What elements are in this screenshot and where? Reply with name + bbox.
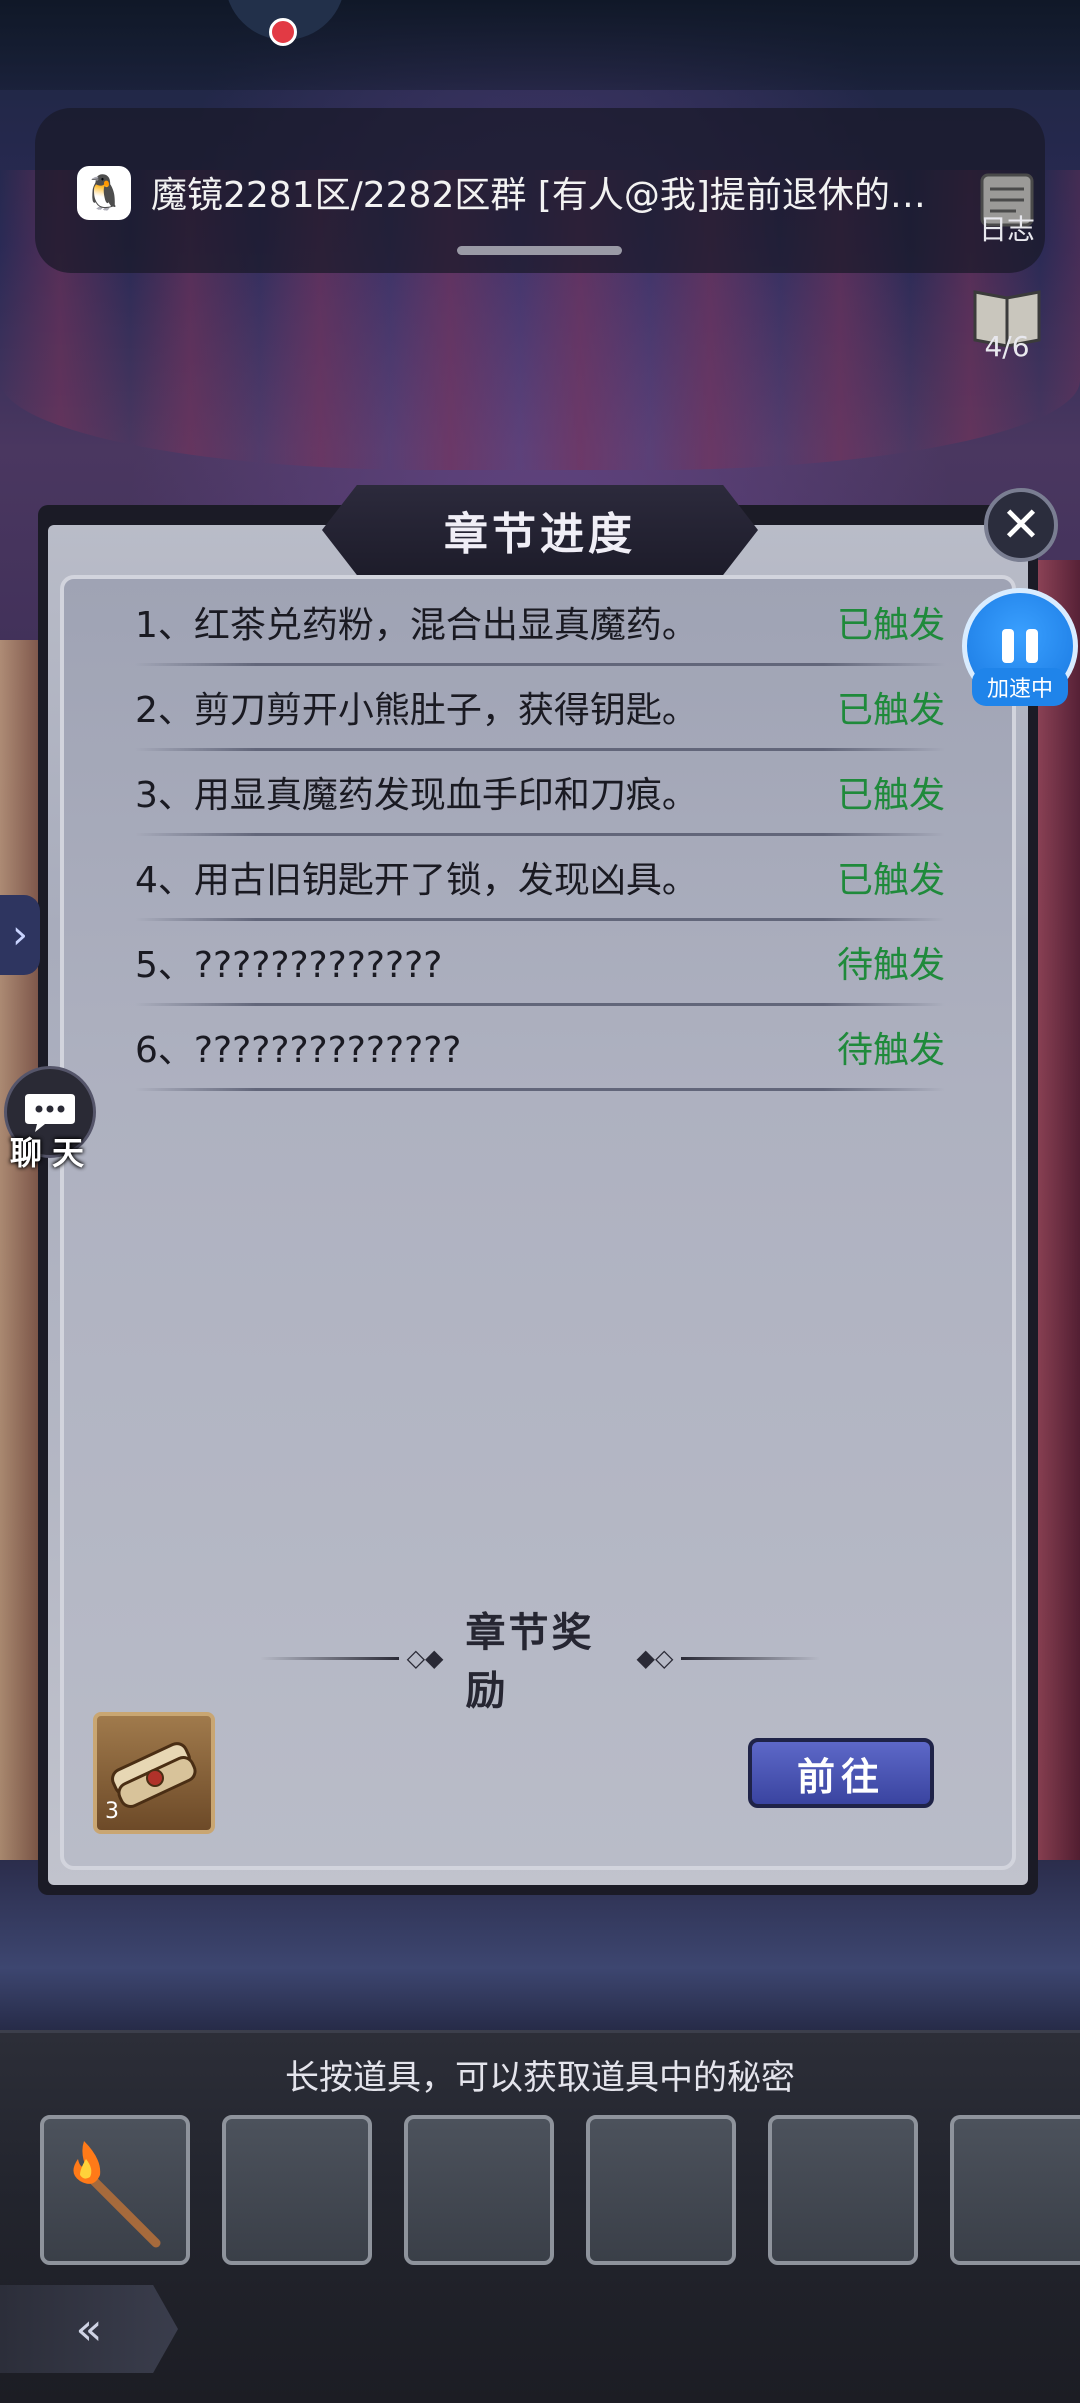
panel-title: 章节进度: [444, 509, 636, 560]
progress-row-6: 6、?????????????? 待触发: [135, 1007, 945, 1091]
progress-row-4: 4、用古旧钥匙开了锁，发现凶具。 已触发: [135, 837, 945, 921]
progress-status: 待触发: [836, 1030, 945, 1071]
row-divider: [135, 918, 945, 921]
row-divider: [135, 748, 945, 751]
inventory-slot-4[interactable]: [586, 2115, 736, 2265]
inventory-slot-6[interactable]: [950, 2115, 1080, 2265]
inventory-slot-1[interactable]: [40, 2115, 190, 2265]
progress-text: 6、??????????????: [135, 1030, 462, 1071]
progress-status: 待触发: [836, 945, 945, 986]
notification-text: 魔镜2281区/2282区群 [有人@我]提前退休的羊...: [151, 175, 951, 216]
pause-icon: [1002, 629, 1014, 663]
back-button[interactable]: «: [0, 2285, 178, 2373]
progress-text: 5、?????????????: [135, 945, 443, 986]
inventory-hint: 长按道具，可以获取道具中的秘密: [285, 2058, 795, 2098]
progress-text: 1、红茶兑药粉，混合出显真魔药。: [135, 605, 698, 646]
qq-penguin-icon: 🐧: [77, 166, 131, 220]
close-button[interactable]: ✕: [984, 488, 1058, 562]
progress-status: 已触发: [836, 860, 945, 901]
progress-row-1: 1、红茶兑药粉，混合出显真魔药。 已触发: [135, 582, 945, 666]
diamond-ornament-icon: ◆◇: [636, 1644, 674, 1672]
inventory-slot-2[interactable]: [222, 2115, 372, 2265]
decor-line-left: [260, 1656, 399, 1660]
row-divider: [135, 833, 945, 836]
row-divider: [135, 1003, 945, 1006]
close-icon: ✕: [1000, 497, 1042, 553]
progress-status: 已触发: [836, 605, 945, 646]
expand-arrow-icon[interactable]: ›: [0, 895, 40, 975]
reward-count: 3: [105, 1799, 119, 1824]
progress-status: 已触发: [836, 690, 945, 731]
progress-row-2: 2、剪刀剪开小熊肚子，获得钥匙。 已触发: [135, 667, 945, 751]
diamond-ornament-icon: ◇◆: [406, 1644, 444, 1672]
progress-text: 3、用显真魔药发现血手印和刀痕。: [135, 775, 698, 816]
top-shade: [0, 0, 1080, 90]
reward-item-slot[interactable]: 3: [93, 1712, 215, 1834]
torch-icon: [73, 2141, 161, 2248]
panel-title-plate: 章节进度: [322, 485, 758, 575]
progress-text: 2、剪刀剪开小熊肚子，获得钥匙。: [135, 690, 698, 731]
speed-status-label: 加速中: [972, 668, 1068, 706]
inventory-slot-5[interactable]: [768, 2115, 918, 2265]
row-divider: [135, 1088, 945, 1091]
reward-title-text: 章节奖励: [465, 1609, 595, 1714]
decor-line-right: [681, 1656, 821, 1660]
back-arrow-icon: «: [75, 2303, 103, 2355]
reward-section-title: ◇◆ 章节奖励 ◆◇: [260, 1609, 821, 1714]
log-label: 日志: [978, 213, 1035, 246]
go-button[interactable]: 前往: [748, 1738, 934, 1808]
progress-row-5: 5、????????????? 待触发: [135, 922, 945, 1006]
inventory-slot-3[interactable]: [404, 2115, 554, 2265]
progress-status: 已触发: [836, 775, 945, 816]
notification-banner[interactable]: 🐧 魔镜2281区/2282区群 [有人@我]提前退休的羊...: [35, 108, 1045, 273]
progress-row-3: 3、用显真魔药发现血手印和刀痕。 已触发: [135, 752, 945, 836]
banner-handle[interactable]: [457, 246, 622, 255]
progress-text: 4、用古旧钥匙开了锁，发现凶具。: [135, 860, 698, 901]
chat-label: 聊天: [10, 1134, 95, 1172]
row-divider: [135, 663, 945, 666]
progress-label: 4/6: [984, 330, 1030, 363]
red-dot-indicator: [269, 18, 297, 46]
